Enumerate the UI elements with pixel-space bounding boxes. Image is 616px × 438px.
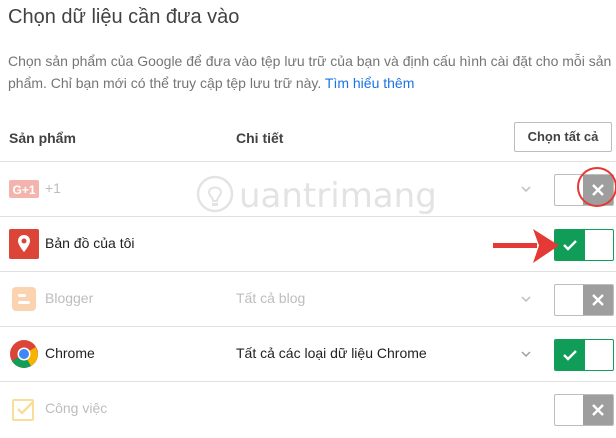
product-row-blogger: Blogger Tất cả blog (0, 272, 616, 327)
product-row-tasks: Công việc (0, 382, 616, 438)
lightbulb-icon (196, 175, 234, 213)
annotation-red-arrow-icon (493, 221, 561, 271)
watermark: uantrimang (195, 170, 437, 222)
product-row-chrome: Chrome Tất cả các loại dữ liệu Chrome (0, 327, 616, 382)
product-name: Blogger (45, 290, 94, 306)
product-name: Bản đồ của tôi (45, 235, 135, 251)
tasks-icon (9, 394, 39, 424)
product-name: +1 (45, 180, 61, 196)
column-header-detail: Chi tiết (236, 130, 284, 146)
include-toggle[interactable] (554, 284, 614, 316)
column-header-product: Sản phẩm (9, 130, 76, 146)
product-detail: Tất cả các loại dữ liệu Chrome (236, 345, 427, 361)
page-title: Chọn dữ liệu cần đưa vào (8, 6, 240, 28)
description-text: Chọn sản phẩm của Google để đưa vào tệp … (8, 53, 612, 91)
chevron-down-icon[interactable] (519, 182, 533, 196)
svg-text:G+1: G+1 (12, 183, 35, 197)
include-toggle[interactable] (554, 339, 614, 371)
annotation-red-circle (577, 167, 616, 207)
watermark-text: uantrimang (239, 176, 437, 216)
include-toggle[interactable] (554, 229, 614, 261)
maps-pin-icon (9, 229, 39, 259)
check-icon (555, 340, 585, 370)
select-all-button[interactable]: Chọn tất cả (514, 122, 612, 152)
blogger-icon (9, 284, 39, 314)
chevron-down-icon[interactable] (519, 292, 533, 306)
page-description: Chọn sản phẩm của Google để đưa vào tệp … (8, 50, 614, 94)
product-detail: Tất cả blog (236, 290, 306, 306)
chevron-down-icon[interactable] (519, 347, 533, 361)
close-icon (583, 285, 613, 315)
table-header: Sản phẩm Chi tiết Chọn tất cả (0, 118, 616, 162)
close-icon (583, 395, 613, 425)
chrome-icon (9, 339, 39, 369)
learn-more-link[interactable]: Tìm hiểu thêm (325, 75, 414, 91)
product-name: Chrome (45, 345, 95, 361)
product-name: Công việc (45, 400, 108, 416)
include-toggle[interactable] (554, 394, 614, 426)
google-plus-one-icon: G+1 (9, 174, 39, 204)
